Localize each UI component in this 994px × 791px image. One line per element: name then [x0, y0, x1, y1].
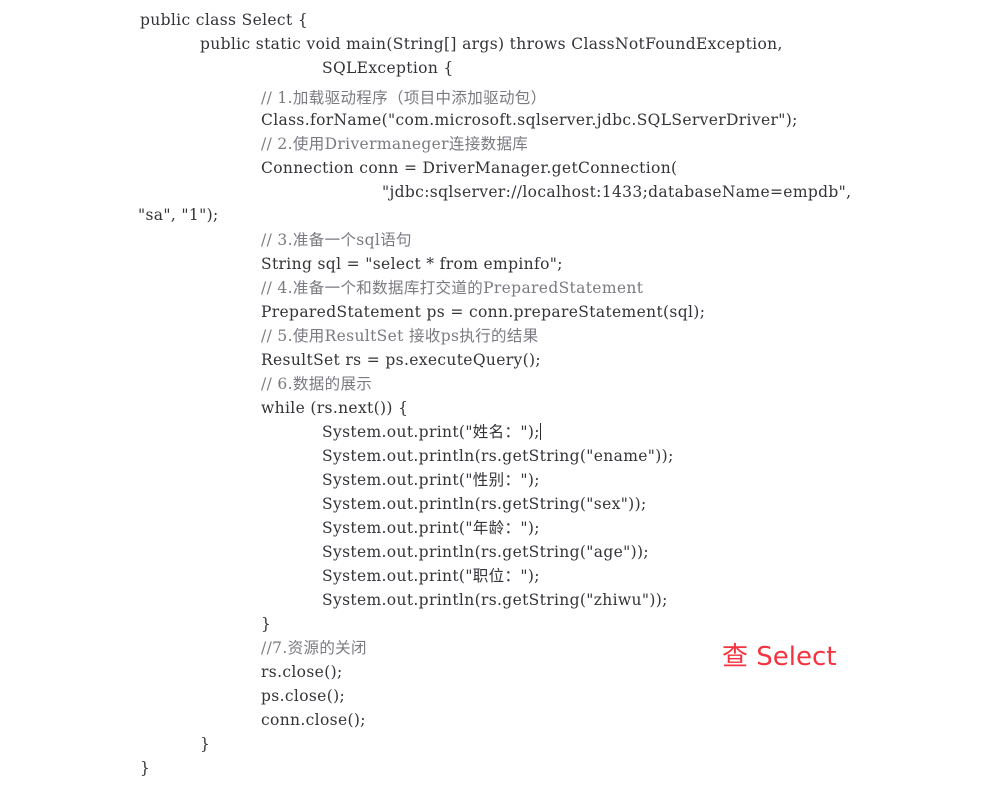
- code-line: }: [261, 612, 271, 636]
- code-source-text: System.out.println(rs.getString("sex"));: [322, 495, 647, 513]
- code-source-text: String sql = "select * from empinfo";: [261, 255, 563, 273]
- code-source-text: "sa", "1");: [138, 206, 219, 224]
- code-source-text: PreparedStatement ps = conn.prepareState…: [261, 303, 706, 321]
- code-line: SQLException {: [322, 56, 454, 80]
- code-comment-text: // 3.准备一个sql语句: [261, 231, 412, 249]
- code-line: // 1.加载驱动程序（项目中添加驱动包）: [261, 86, 547, 110]
- code-line: System.out.println(rs.getString("sex"));: [322, 492, 647, 516]
- code-source-text: "jdbc:sqlserver://localhost:1433;databas…: [382, 183, 852, 201]
- code-comment-text: // 6.数据的展示: [261, 375, 373, 393]
- code-source-text: System.out.print("年龄：");: [322, 519, 540, 537]
- code-source-text: public static void main(String[] args) t…: [200, 35, 783, 53]
- code-line: public static void main(String[] args) t…: [200, 32, 783, 56]
- code-source-text: ResultSet rs = ps.executeQuery();: [261, 351, 541, 369]
- code-line: public class Select {: [140, 8, 308, 32]
- code-source-text: Class.forName("com.microsoft.sqlserver.j…: [261, 111, 798, 129]
- code-source-text: SQLException {: [322, 59, 454, 77]
- code-source-text: ps.close();: [261, 687, 346, 705]
- code-line: conn.close();: [261, 708, 366, 732]
- code-source-text: conn.close();: [261, 711, 366, 729]
- code-line: // 4.准备一个和数据库打交道的PreparedStatement: [261, 276, 643, 300]
- code-source-text: System.out.println(rs.getString("zhiwu")…: [322, 591, 668, 609]
- code-line: System.out.println(rs.getString("age"));: [322, 540, 649, 564]
- code-line: //7.资源的关闭: [261, 636, 367, 660]
- code-comment-text: // 4.准备一个和数据库打交道的PreparedStatement: [261, 279, 644, 297]
- code-line: PreparedStatement ps = conn.prepareState…: [261, 300, 705, 324]
- text-cursor: [539, 423, 541, 440]
- code-source-text: }: [140, 759, 151, 777]
- code-line: }: [200, 732, 210, 756]
- code-source-text: System.out.println(rs.getString("ename")…: [322, 447, 674, 465]
- code-line: System.out.println(rs.getString("ename")…: [322, 444, 674, 468]
- code-editor-surface[interactable]: public class Select { public static void …: [0, 0, 994, 791]
- code-line: ResultSet rs = ps.executeQuery();: [261, 348, 541, 372]
- code-line: Class.forName("com.microsoft.sqlserver.j…: [261, 108, 798, 132]
- code-line: rs.close();: [261, 660, 343, 684]
- code-line: Connection conn = DriverManager.getConne…: [261, 156, 677, 180]
- code-line: ps.close();: [261, 684, 345, 708]
- code-line: // 6.数据的展示: [261, 372, 372, 396]
- code-source-text: System.out.println(rs.getString("age"));: [322, 543, 650, 561]
- code-source-text: while (rs.next()) {: [261, 399, 409, 417]
- code-source-text: System.out.print("职位：");: [322, 567, 540, 585]
- code-comment-text: // 5.使用ResultSet 接收ps执行的结果: [261, 327, 539, 345]
- code-comment-text: //7.资源的关闭: [261, 639, 367, 657]
- code-line: }: [140, 756, 150, 780]
- code-line: "sa", "1");: [138, 203, 219, 227]
- annotation-select-label: 查 Select: [722, 642, 837, 672]
- code-source-text: rs.close();: [261, 663, 343, 681]
- code-source-text: public class Select {: [140, 11, 309, 29]
- code-line: while (rs.next()) {: [261, 396, 408, 420]
- code-line: System.out.print("年龄：");: [322, 516, 540, 540]
- code-line: System.out.print("职位：");: [322, 564, 540, 588]
- code-line: System.out.print("姓名：");: [322, 420, 541, 444]
- code-source-text: }: [261, 615, 272, 633]
- code-source-text: System.out.print("姓名：");: [322, 423, 540, 441]
- code-line: String sql = "select * from empinfo";: [261, 252, 563, 276]
- code-line: System.out.print("性别：");: [322, 468, 540, 492]
- code-line: // 2.使用Drivermaneger连接数据库: [261, 132, 528, 156]
- code-line: "jdbc:sqlserver://localhost:1433;databas…: [382, 180, 851, 204]
- code-source-text: }: [200, 735, 211, 753]
- code-line: // 5.使用ResultSet 接收ps执行的结果: [261, 324, 539, 348]
- code-line: System.out.println(rs.getString("zhiwu")…: [322, 588, 668, 612]
- code-comment-text: // 2.使用Drivermaneger连接数据库: [261, 135, 529, 153]
- code-source-text: System.out.print("性别：");: [322, 471, 540, 489]
- code-source-text: Connection conn = DriverManager.getConne…: [261, 159, 678, 177]
- code-line: // 3.准备一个sql语句: [261, 228, 412, 252]
- code-comment-text: // 1.加载驱动程序（项目中添加驱动包）: [261, 89, 547, 107]
